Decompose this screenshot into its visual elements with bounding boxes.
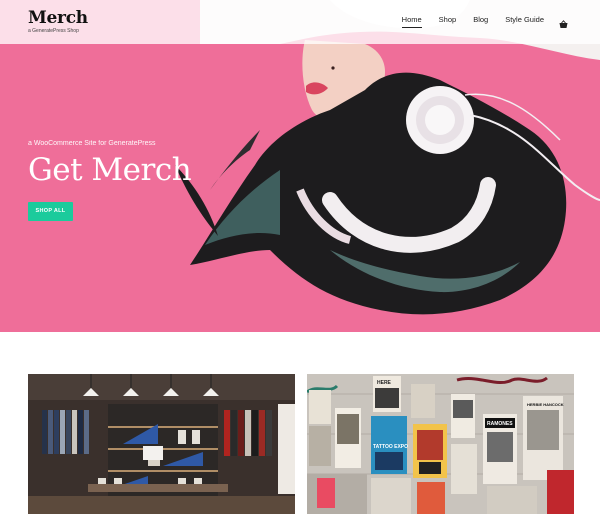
- poster-here-text: HERE: [377, 380, 392, 386]
- hero-title: Get Merch: [28, 152, 192, 188]
- poster-wall-image[interactable]: HERE TATTOO EXPO RAMONES HERBIE HANCOCK: [307, 374, 574, 514]
- nav-item-shop[interactable]: Shop: [439, 15, 457, 25]
- hero-content: a WooCommerce Site for GeneratePress Get…: [28, 139, 192, 221]
- nav-item-blog[interactable]: Blog: [473, 15, 488, 25]
- nav-item-style-guide[interactable]: Style Guide: [505, 15, 544, 25]
- nav-item-home[interactable]: Home: [401, 15, 422, 28]
- site-header: Merch a GeneratePress Shop Home Shop Blo…: [0, 0, 600, 44]
- site-branding: Merch a GeneratePress Shop: [28, 9, 88, 34]
- shopping-basket-icon[interactable]: [559, 16, 568, 28]
- site-title[interactable]: Merch: [28, 9, 88, 27]
- site-tagline: a GeneratePress Shop: [28, 28, 79, 34]
- poster-tattoo-expo: TATTOO EXPO: [373, 444, 408, 450]
- hero-banner: a WooCommerce Site for GeneratePress Get…: [0, 0, 600, 332]
- store-interior-image[interactable]: [28, 374, 295, 514]
- poster-herbie-hancock: HERBIE HANCOCK: [527, 402, 564, 407]
- page: a WooCommerce Site for GeneratePress Get…: [0, 0, 600, 514]
- poster-ramones: RAMONES: [487, 421, 513, 427]
- hero-kicker: a WooCommerce Site for GeneratePress: [28, 140, 156, 147]
- main-navigation: Home Shop Blog Style Guide: [385, 15, 568, 28]
- shop-all-button[interactable]: SHOP ALL: [28, 202, 73, 221]
